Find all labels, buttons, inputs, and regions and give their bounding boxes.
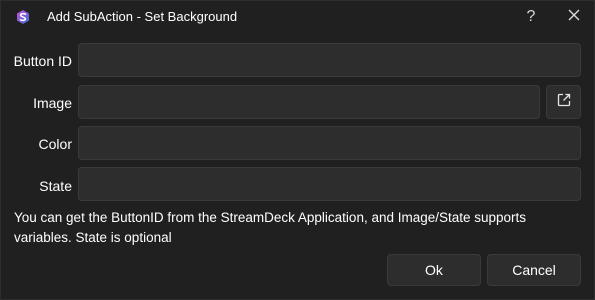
- dialog-window: Add SubAction - Set Background ? Button …: [0, 0, 595, 300]
- ok-button[interactable]: Ok: [387, 254, 481, 286]
- title-bar: Add SubAction - Set Background ?: [1, 1, 594, 33]
- image-browse-button[interactable]: [546, 85, 581, 119]
- button-id-input[interactable]: [78, 43, 581, 77]
- button-id-label: Button ID: [13, 53, 72, 69]
- cancel-button[interactable]: Cancel: [487, 254, 581, 286]
- help-text: You can get the ButtonID from the Stream…: [14, 210, 527, 245]
- state-input[interactable]: [78, 167, 581, 201]
- image-input[interactable]: [78, 85, 540, 119]
- color-input[interactable]: [78, 126, 581, 160]
- help-icon: ?: [526, 8, 536, 25]
- ok-button-label: Ok: [425, 262, 443, 278]
- state-label: State: [39, 178, 72, 194]
- streamerbot-logo-icon: [15, 9, 31, 25]
- cancel-button-label: Cancel: [512, 262, 556, 278]
- close-icon: [568, 8, 580, 26]
- close-button[interactable]: [560, 4, 588, 30]
- window-title: Add SubAction - Set Background: [47, 9, 238, 24]
- open-external-icon: [557, 93, 571, 112]
- help-button[interactable]: ?: [517, 4, 545, 30]
- color-label: Color: [38, 136, 72, 152]
- image-label: Image: [33, 95, 72, 111]
